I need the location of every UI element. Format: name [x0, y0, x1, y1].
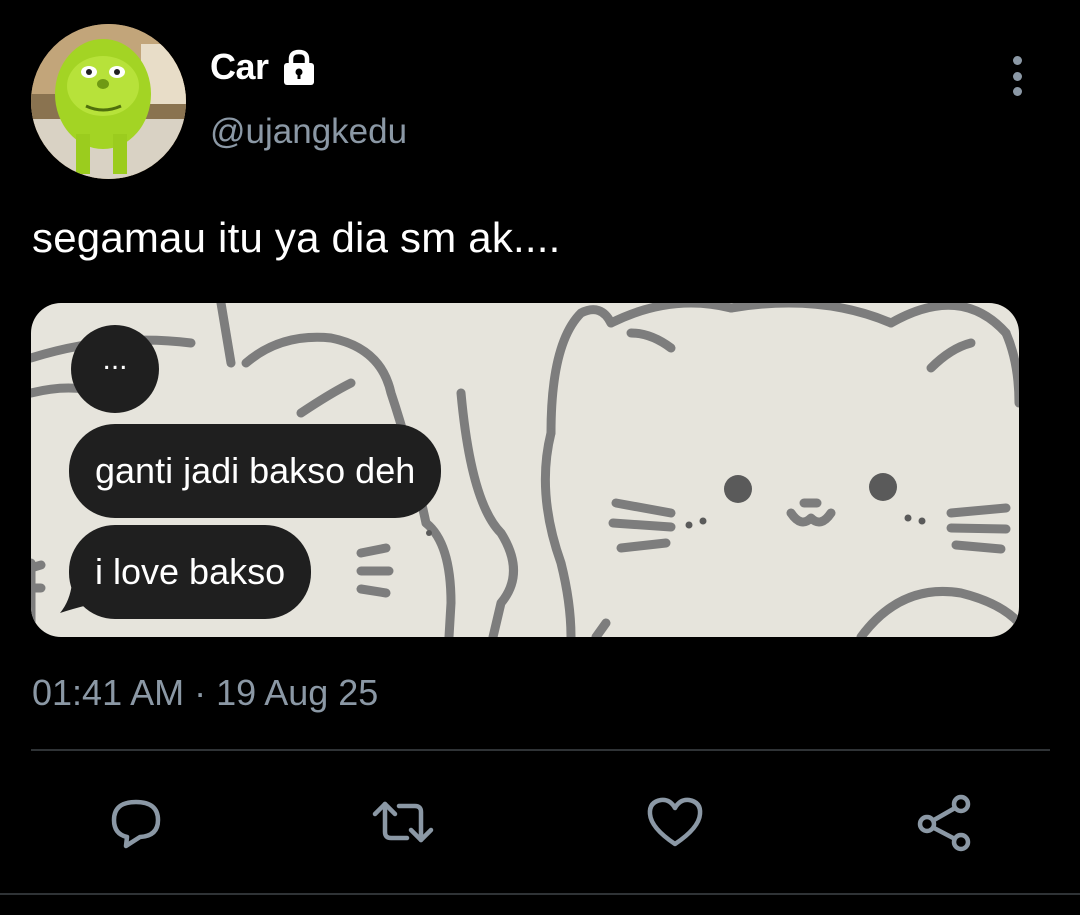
lock-icon	[283, 49, 314, 85]
tweet-time[interactable]: 01:41 AM	[32, 672, 184, 713]
meta-separator: ·	[194, 672, 207, 713]
more-options-button[interactable]	[998, 52, 1036, 100]
retweet-icon	[372, 801, 434, 843]
reply-button[interactable]	[104, 790, 168, 854]
chat-bubble-typing: ...	[71, 325, 159, 413]
divider	[0, 893, 1080, 895]
reply-icon	[111, 799, 161, 849]
green-monster-avatar-icon	[31, 24, 186, 179]
more-dot-icon	[1012, 71, 1022, 81]
like-button[interactable]	[643, 790, 707, 854]
retweet-button[interactable]	[371, 790, 435, 854]
tweet-date[interactable]: 19 Aug 25	[216, 672, 378, 713]
like-icon	[647, 797, 703, 847]
author-handle[interactable]: @ujangkedu	[210, 112, 407, 152]
more-dot-icon	[1012, 87, 1022, 96]
divider	[31, 749, 1050, 751]
tweet-text: segamau itu ya dia sm ak....	[32, 214, 561, 261]
tweet-meta: 01:41 AM · 19 Aug 25	[32, 672, 378, 714]
chat-bubble: i love bakso	[69, 525, 312, 619]
display-name[interactable]: Car	[210, 46, 269, 88]
chat-bubble-tail-icon	[60, 583, 88, 613]
author-name-row: Car	[210, 44, 319, 90]
tweet-media[interactable]: ... ganti jadi bakso deh i love bakso	[31, 303, 1019, 637]
avatar[interactable]	[31, 24, 186, 179]
share-icon	[917, 794, 971, 852]
chat-bubble: ganti jadi bakso deh	[69, 424, 442, 518]
more-dot-icon	[1012, 56, 1022, 65]
tweet: Car @ujangkedu segamau itu ya dia sm ak.…	[0, 0, 1080, 915]
share-button[interactable]	[913, 790, 977, 854]
